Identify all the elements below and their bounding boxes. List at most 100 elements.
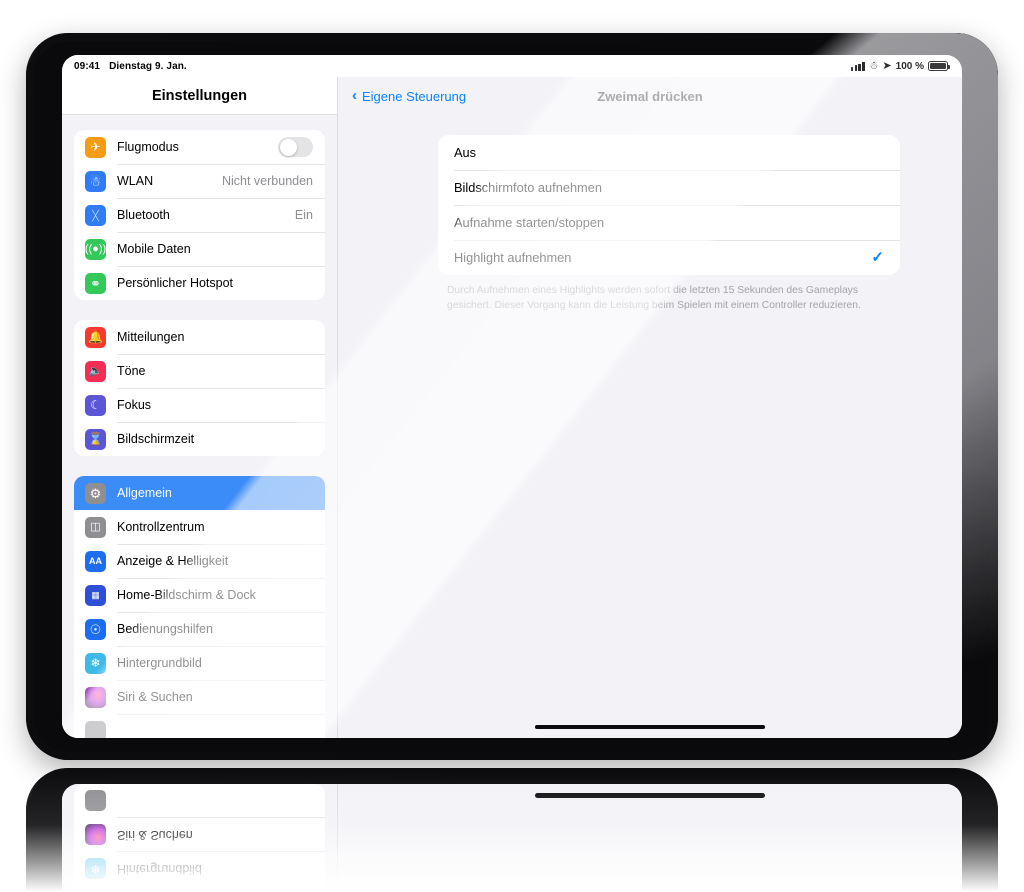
battery-icon bbox=[928, 61, 950, 71]
sidebar-item-fokus[interactable]: ☾ Fokus bbox=[74, 388, 325, 422]
sidebar-item-label: Bluetooth bbox=[117, 208, 170, 222]
sidebar-item-siri-suchen[interactable]: Siri & Suchen bbox=[74, 680, 325, 714]
reflection-detail-pane bbox=[338, 784, 962, 892]
sidebar-item-label: Flugmodus bbox=[117, 140, 179, 154]
option-row-bildschirmfoto[interactable]: Bildschirmfoto aufnehmen bbox=[438, 170, 900, 205]
sidebar-item-toene[interactable]: 🔈 Töne bbox=[74, 354, 325, 388]
placeholder-icon bbox=[85, 720, 106, 738]
bluetooth-icon: ᚷ bbox=[85, 204, 106, 226]
screenshot-stage: 09:41 Dienstag 9. Jan. ☃ ➤ 100 % Einstel… bbox=[0, 0, 1024, 892]
home-indicator[interactable] bbox=[535, 724, 765, 729]
sidebar-item-label: Fokus bbox=[117, 398, 152, 412]
reflection-sidebar: ❄ Hintergrundbild Siri & Suchen bbox=[62, 784, 337, 892]
sidebar-scroll-area[interactable]: ✈ Flugmodus ☃ WLAN Nicht verbunden ᚷ Blu… bbox=[62, 116, 337, 738]
wifi-icon: ☃ bbox=[85, 170, 106, 192]
status-bar-time: 09:41 bbox=[74, 60, 101, 72]
wifi-icon: ☃ bbox=[868, 59, 879, 72]
airplane-mode-toggle[interactable] bbox=[278, 137, 313, 157]
sliders-icon: ◫ bbox=[85, 516, 106, 538]
option-label: Aus bbox=[454, 145, 477, 160]
settings-sidebar: Einstellungen ✈ Flugmodus ☃ WLAN Nicht v… bbox=[62, 77, 337, 738]
sidebar-item-label: Anzeige & Helligkeit bbox=[117, 554, 229, 568]
speaker-icon: 🔈 bbox=[85, 360, 106, 382]
sidebar-item-label: Mitteilungen bbox=[117, 330, 185, 344]
detail-header: ‹ Eigene Steuerung Zweimal drücken bbox=[338, 77, 962, 115]
sidebar-item-label: Kontrollzentrum bbox=[117, 520, 205, 534]
device-reflection: ❄ Hintergrundbild Siri & Suchen bbox=[26, 768, 998, 892]
sidebar-item-label: Töne bbox=[117, 364, 146, 378]
sidebar-item-value: Ein bbox=[294, 208, 313, 222]
option-label: Highlight aufnehmen bbox=[454, 250, 572, 265]
siri-icon bbox=[85, 824, 106, 846]
hourglass-icon: ⌛ bbox=[85, 428, 106, 450]
sidebar-item-value: Nicht verbunden bbox=[221, 174, 313, 188]
option-label: Bildschirmfoto aufnehmen bbox=[454, 180, 602, 195]
sidebar-item-bedienungshilfen[interactable]: ☉ Bedienungshilfen bbox=[74, 612, 325, 646]
battery-percent-label: 100 % bbox=[895, 60, 924, 72]
sidebar-item-label: Hintergrundbild bbox=[117, 862, 202, 876]
cellular-signal-icon bbox=[850, 61, 865, 71]
sidebar-item-kontrollzentrum[interactable]: ◫ Kontrollzentrum bbox=[74, 510, 325, 544]
tablet-device: 09:41 Dienstag 9. Jan. ☃ ➤ 100 % Einstel… bbox=[26, 33, 998, 760]
reflection-item-siri-suchen: Siri & Suchen bbox=[74, 818, 325, 852]
sidebar-item-allgemein[interactable]: ⚙ Allgemein bbox=[74, 476, 325, 510]
sidebar-item-bildschirmzeit[interactable]: ⌛ Bildschirmzeit bbox=[74, 422, 325, 456]
sidebar-item-partial[interactable] bbox=[74, 714, 325, 738]
reflection-group: ❄ Hintergrundbild Siri & Suchen bbox=[74, 784, 325, 886]
siri-icon bbox=[85, 686, 106, 708]
accessibility-icon: ☉ bbox=[85, 618, 106, 640]
sidebar-group-notifications: 🔔 Mitteilungen 🔈 Töne ☾ Fokus ⌛ Bildschi… bbox=[74, 320, 325, 456]
sidebar-item-label: Persönlicher Hotspot bbox=[117, 276, 234, 290]
detail-pane: ‹ Eigene Steuerung Zweimal drücken Aus B… bbox=[338, 77, 962, 738]
status-bar: 09:41 Dienstag 9. Jan. ☃ ➤ 100 % bbox=[62, 55, 962, 77]
options-card: Aus Bildschirmfoto aufnehmen Aufnahme st… bbox=[438, 135, 900, 275]
option-row-aufnahme[interactable]: Aufnahme starten/stoppen bbox=[438, 205, 900, 240]
sidebar-item-home-bildschirm-dock[interactable]: ▦ Home-Bildschirm & Dock bbox=[74, 578, 325, 612]
sidebar-group-system: ⚙ Allgemein ◫ Kontrollzentrum AA Anzeige… bbox=[74, 476, 325, 738]
back-button-label: Eigene Steuerung bbox=[362, 88, 467, 104]
sidebar-item-flugmodus[interactable]: ✈ Flugmodus bbox=[74, 130, 325, 164]
sidebar-item-mitteilungen[interactable]: 🔔 Mitteilungen bbox=[74, 320, 325, 354]
reflection-home-indicator bbox=[535, 793, 765, 798]
sidebar-item-label: Bedienungshilfen bbox=[117, 622, 213, 636]
sidebar-item-label: Allgemein bbox=[117, 486, 172, 500]
option-label: Aufnahme starten/stoppen bbox=[454, 215, 605, 230]
wallpaper-icon: ❄ bbox=[85, 858, 106, 880]
sidebar-item-hotspot[interactable]: ⚭ Persönlicher Hotspot bbox=[74, 266, 325, 300]
placeholder-icon bbox=[85, 790, 106, 812]
app-grid-icon: ▦ bbox=[85, 584, 106, 606]
reflection-item-hintergrundbild: ❄ Hintergrundbild bbox=[74, 852, 325, 886]
cellular-icon: ((●)) bbox=[85, 238, 106, 260]
status-bar-date: Dienstag 9. Jan. bbox=[109, 60, 187, 72]
gear-icon: ⚙ bbox=[85, 482, 106, 504]
sidebar-item-label: Hintergrundbild bbox=[117, 656, 202, 670]
chevron-left-icon: ‹ bbox=[352, 87, 357, 104]
sidebar-item-wlan[interactable]: ☃ WLAN Nicht verbunden bbox=[74, 164, 325, 198]
back-button[interactable]: ‹ Eigene Steuerung bbox=[352, 87, 467, 104]
checkmark-icon: ✓ bbox=[871, 249, 884, 266]
airplane-icon: ✈ bbox=[85, 136, 106, 158]
sidebar-title: Einstellungen bbox=[62, 77, 337, 115]
moon-icon: ☾ bbox=[85, 394, 106, 416]
sidebar-item-label: Siri & Suchen bbox=[117, 690, 193, 704]
sidebar-item-mobile-daten[interactable]: ((●)) Mobile Daten bbox=[74, 232, 325, 266]
reflection-screen: ❄ Hintergrundbild Siri & Suchen bbox=[62, 784, 962, 892]
text-size-icon: AA bbox=[85, 550, 106, 572]
sidebar-item-bluetooth[interactable]: ᚷ Bluetooth Ein bbox=[74, 198, 325, 232]
sidebar-item-hintergrundbild[interactable]: ❄ Hintergrundbild bbox=[74, 646, 325, 680]
sidebar-group-connectivity: ✈ Flugmodus ☃ WLAN Nicht verbunden ᚷ Blu… bbox=[74, 130, 325, 300]
sidebar-item-label: Bildschirmzeit bbox=[117, 432, 195, 446]
bell-icon: 🔔 bbox=[85, 326, 106, 348]
option-row-highlight[interactable]: Highlight aufnehmen ✓ bbox=[438, 240, 900, 275]
sidebar-item-label: WLAN bbox=[117, 174, 154, 188]
wallpaper-icon: ❄ bbox=[85, 652, 106, 674]
sidebar-item-anzeige-helligkeit[interactable]: AA Anzeige & Helligkeit bbox=[74, 544, 325, 578]
tablet-screen: 09:41 Dienstag 9. Jan. ☃ ➤ 100 % Einstel… bbox=[62, 55, 962, 738]
options-footnote: Durch Aufnehmen eines Highlights werden … bbox=[447, 285, 861, 311]
sidebar-item-label: Siri & Suchen bbox=[117, 828, 193, 842]
sidebar-item-label: Home-Bildschirm & Dock bbox=[117, 588, 256, 602]
location-arrow-icon: ➤ bbox=[882, 59, 892, 72]
sidebar-item-label: Mobile Daten bbox=[117, 242, 191, 256]
option-row-aus[interactable]: Aus bbox=[438, 135, 900, 170]
hotspot-icon: ⚭ bbox=[85, 272, 106, 294]
